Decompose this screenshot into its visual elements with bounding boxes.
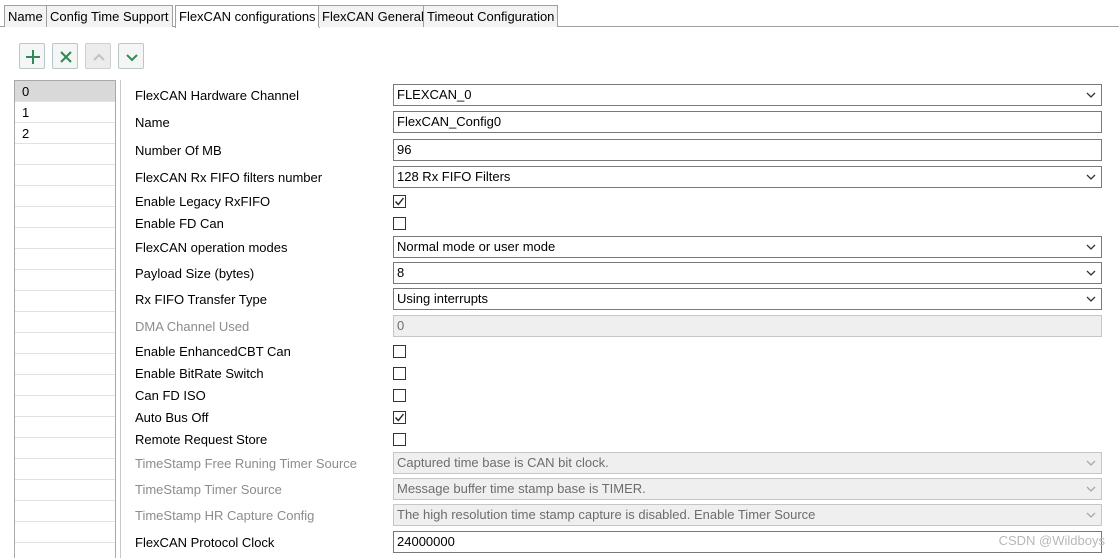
bitrate-switch-checkbox[interactable]: [393, 367, 406, 380]
tab-name[interactable]: Name: [4, 5, 47, 27]
list-item-empty: [15, 396, 115, 417]
chevron-down-icon: [1086, 174, 1096, 180]
chevron-down-icon: [1086, 92, 1096, 98]
name-input[interactable]: FlexCAN_Config0: [393, 111, 1102, 133]
list-item-empty: [15, 228, 115, 249]
operation-modes-select[interactable]: Normal mode or user mode: [393, 236, 1102, 258]
dma-channel-input: 0: [393, 315, 1102, 337]
add-button[interactable]: [19, 43, 45, 69]
ts-hr-capture-select: The high resolution time stamp capture i…: [393, 504, 1102, 526]
rx-fifo-transfer-label: Rx FIFO Transfer Type: [135, 292, 267, 307]
list-item-empty: [15, 249, 115, 270]
enable-fd-checkbox[interactable]: [393, 217, 406, 230]
list-item-empty: [15, 522, 115, 543]
ts-free-running-select: Captured time base is CAN bit clock.: [393, 452, 1102, 474]
chevron-down-icon: [1086, 512, 1096, 518]
protocol-clock-input[interactable]: 24000000: [393, 531, 1102, 553]
tab-bar: Name Config Time Support FlexCAN configu…: [0, 5, 1119, 28]
payload-size-select[interactable]: 8: [393, 262, 1102, 284]
chevron-down-icon: [126, 54, 138, 62]
auto-bus-off-checkbox[interactable]: [393, 411, 406, 424]
operation-modes-label: FlexCAN operation modes: [135, 240, 288, 255]
legacy-rxfifo-label: Enable Legacy RxFIFO: [135, 194, 271, 209]
list-item-empty: [15, 186, 115, 207]
number-of-mb-value: 96: [397, 142, 412, 157]
tab-timeout-configuration[interactable]: Timeout Configuration: [423, 5, 559, 27]
move-down-button[interactable]: [118, 43, 144, 69]
chevron-down-icon: [1086, 486, 1096, 492]
chevron-down-icon: [1086, 296, 1096, 302]
list-item-empty: [15, 312, 115, 333]
tab-flexcan-general[interactable]: FlexCAN General: [318, 5, 428, 27]
list-item-empty: [15, 207, 115, 228]
remove-button[interactable]: [52, 43, 78, 69]
ts-hr-capture-value: The high resolution time stamp capture i…: [397, 507, 816, 522]
protocol-clock-value: 24000000: [397, 534, 455, 549]
rx-fifo-filters-select[interactable]: 128 Rx FIFO Filters: [393, 166, 1102, 188]
ts-free-running-label: TimeStamp Free Runing Timer Source: [135, 456, 358, 471]
checkmark-icon: [394, 197, 405, 206]
payload-size-label: Payload Size (bytes): [135, 266, 255, 281]
auto-bus-off-label: Auto Bus Off: [135, 410, 209, 425]
list-item-empty: [15, 375, 115, 396]
tab-config-time-support[interactable]: Config Time Support: [46, 5, 173, 27]
chevron-up-icon: [93, 53, 105, 61]
list-item[interactable]: 0: [15, 81, 115, 102]
chevron-down-icon: [1086, 460, 1096, 466]
list-item[interactable]: 2: [15, 123, 115, 144]
enhanced-cbt-label: Enable EnhancedCBT Can: [135, 344, 291, 359]
hardware-channel-label: FlexCAN Hardware Channel: [135, 88, 300, 103]
list-item-empty: [15, 459, 115, 480]
x-icon: [60, 51, 72, 63]
list-item-empty: [15, 354, 115, 375]
list-item-empty: [15, 144, 115, 165]
move-up-button[interactable]: [85, 43, 111, 69]
fd-iso-label: Can FD ISO: [135, 388, 206, 403]
ts-timer-source-label: TimeStamp Timer Source: [135, 482, 282, 497]
chevron-down-icon: [1086, 244, 1096, 250]
remote-request-checkbox[interactable]: [393, 433, 406, 446]
list-item-empty: [15, 291, 115, 312]
list-item-empty: [15, 480, 115, 501]
chevron-down-icon: [1086, 270, 1096, 276]
fd-iso-checkbox[interactable]: [393, 389, 406, 402]
list-item-empty: [15, 501, 115, 522]
watermark: CSDN @Wildboys: [998, 533, 1105, 548]
list-item-empty: [15, 438, 115, 459]
number-of-mb-label: Number Of MB: [135, 143, 222, 158]
dma-channel-label: DMA Channel Used: [135, 319, 250, 334]
config-list: 0 1 2: [14, 80, 116, 558]
ts-timer-source-select: Message buffer time stamp base is TIMER.: [393, 478, 1102, 500]
remote-request-label: Remote Request Store: [135, 432, 268, 447]
hardware-channel-value: FLEXCAN_0: [397, 87, 472, 102]
list-item[interactable]: 1: [15, 102, 115, 123]
protocol-clock-label: FlexCAN Protocol Clock: [135, 535, 275, 550]
name-label: Name: [135, 115, 170, 130]
list-item-empty: [15, 417, 115, 438]
checkmark-icon: [394, 413, 405, 422]
rx-fifo-transfer-select[interactable]: Using interrupts: [393, 288, 1102, 310]
ts-hr-capture-label: TimeStamp HR Capture Config: [135, 508, 315, 523]
legacy-rxfifo-checkbox[interactable]: [393, 195, 406, 208]
tab-flexcan-configurations[interactable]: FlexCAN configurations: [175, 5, 320, 28]
list-item-empty: [15, 165, 115, 186]
rx-fifo-filters-label: FlexCAN Rx FIFO filters number: [135, 170, 323, 185]
name-value: FlexCAN_Config0: [397, 114, 502, 129]
bitrate-switch-label: Enable BitRate Switch: [135, 366, 264, 381]
enable-fd-label: Enable FD Can: [135, 216, 224, 231]
number-of-mb-input[interactable]: 96: [393, 139, 1102, 161]
splitter[interactable]: [120, 80, 121, 558]
dma-channel-value: 0: [397, 318, 405, 333]
operation-modes-value: Normal mode or user mode: [397, 239, 556, 254]
enhanced-cbt-checkbox[interactable]: [393, 345, 406, 358]
rx-fifo-filters-value: 128 Rx FIFO Filters: [397, 169, 511, 184]
list-item-empty: [15, 270, 115, 291]
payload-size-value: 8: [397, 265, 405, 280]
plus-icon: [26, 50, 40, 64]
ts-timer-source-value: Message buffer time stamp base is TIMER.: [397, 481, 646, 496]
rx-fifo-transfer-value: Using interrupts: [397, 291, 489, 306]
hardware-channel-select[interactable]: FLEXCAN_0: [393, 84, 1102, 106]
list-item-empty: [15, 333, 115, 354]
ts-free-running-value: Captured time base is CAN bit clock.: [397, 455, 609, 470]
